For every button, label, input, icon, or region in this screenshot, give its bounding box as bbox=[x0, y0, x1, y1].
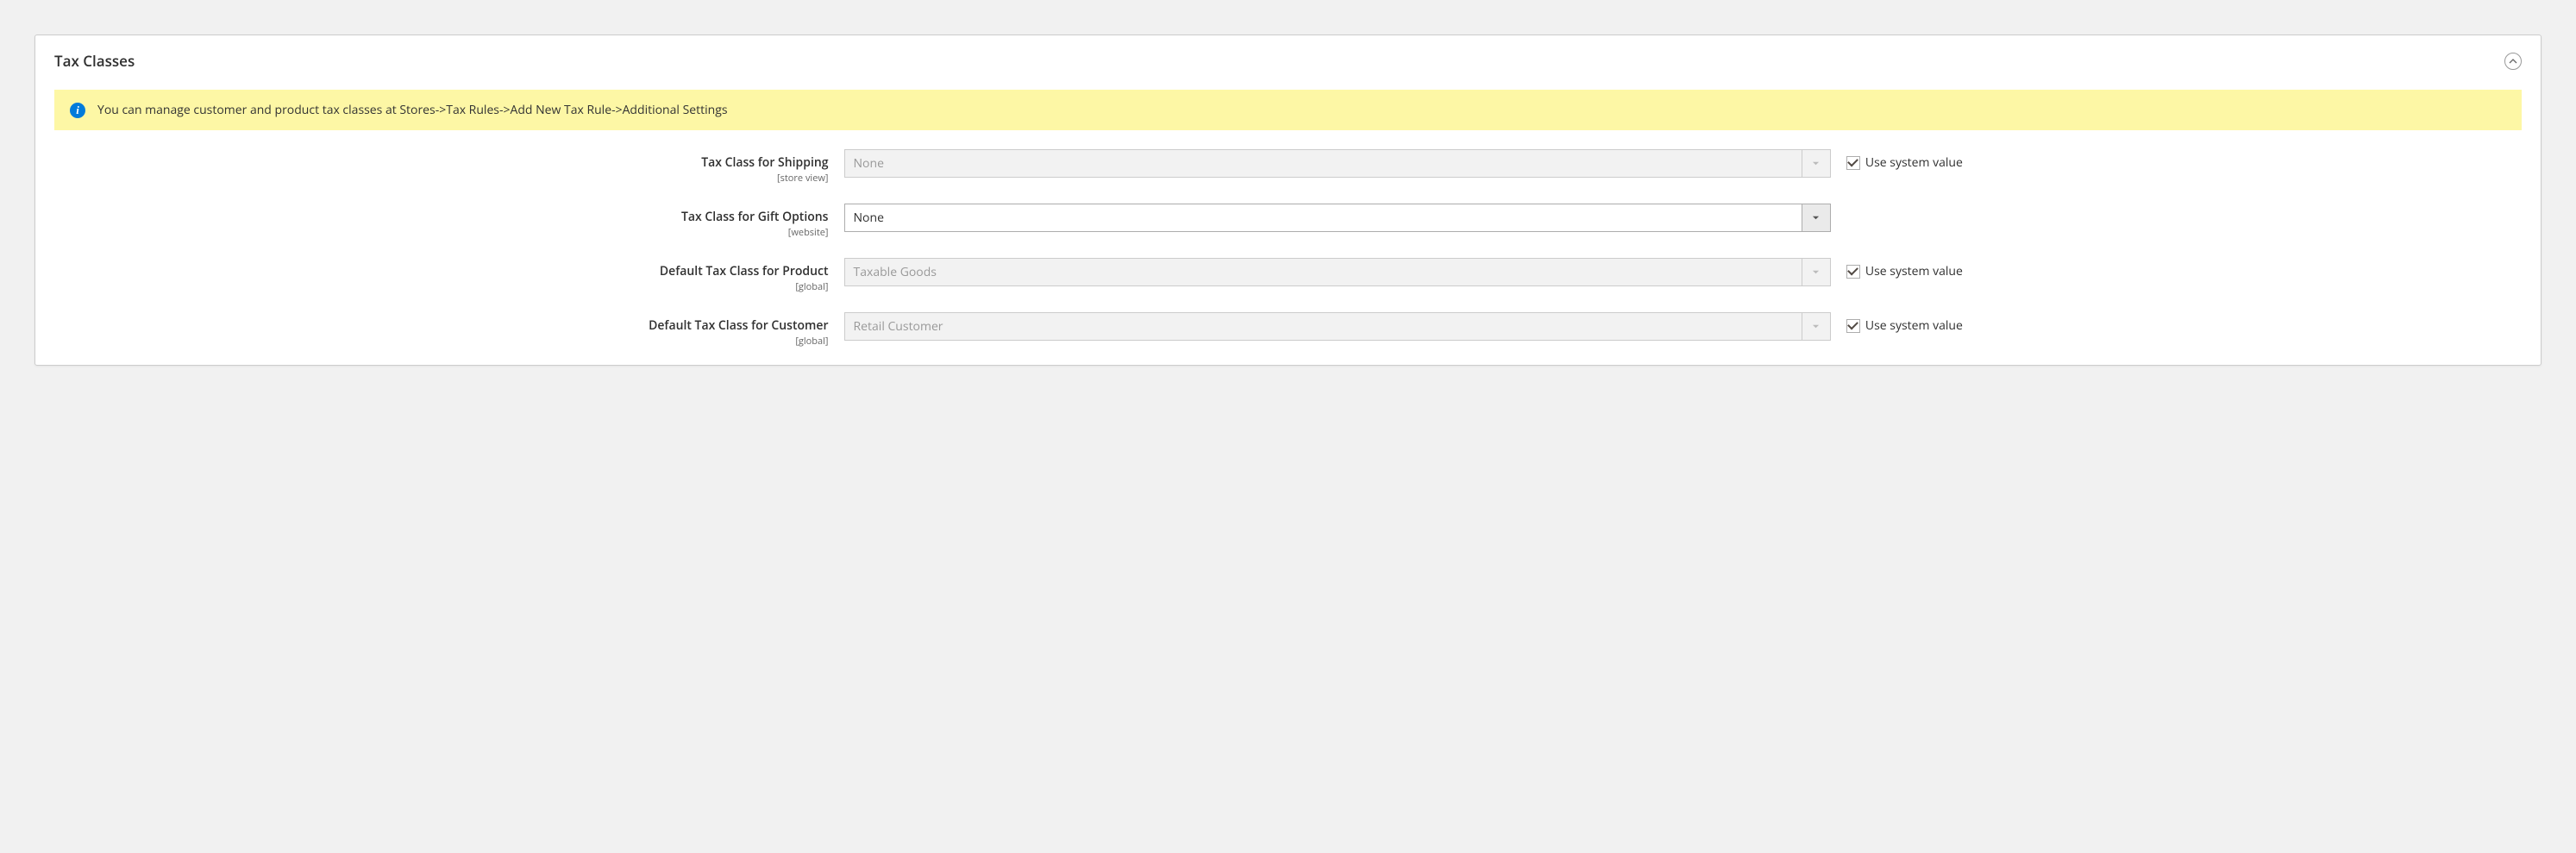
label-col: Default Tax Class for Customer [global] bbox=[54, 312, 844, 348]
extra-col bbox=[1831, 204, 1846, 209]
field-row-shipping: Tax Class for Shipping [store view] None… bbox=[54, 149, 2522, 185]
select-value: None bbox=[844, 149, 1802, 178]
extra-col: Use system value bbox=[1831, 312, 1963, 334]
select-tax-class-shipping: None bbox=[844, 149, 1831, 178]
panel-header: Tax Classes bbox=[35, 35, 2541, 79]
caret-down-icon bbox=[1812, 160, 1820, 167]
field-scope: [website] bbox=[54, 226, 829, 239]
checkbox-icon bbox=[1846, 156, 1860, 170]
use-system-value-checkbox[interactable]: Use system value bbox=[1846, 317, 1963, 334]
extra-col: Use system value bbox=[1831, 149, 1963, 171]
control-col: None bbox=[844, 149, 1831, 178]
select-value: Taxable Goods bbox=[844, 258, 1802, 286]
collapse-toggle[interactable] bbox=[2504, 53, 2522, 70]
label-col: Tax Class for Shipping [store view] bbox=[54, 149, 844, 185]
field-label: Default Tax Class for Product bbox=[660, 263, 829, 279]
field-scope: [global] bbox=[54, 280, 829, 293]
select-value: Retail Customer bbox=[844, 312, 1802, 341]
checkbox-label: Use system value bbox=[1865, 317, 1963, 334]
field-scope: [store view] bbox=[54, 172, 829, 185]
form-rows: Tax Class for Shipping [store view] None… bbox=[35, 149, 2541, 365]
control-col: Taxable Goods bbox=[844, 258, 1831, 286]
notice-text: You can manage customer and product tax … bbox=[97, 102, 728, 118]
chevron-up-icon bbox=[2509, 57, 2517, 66]
info-icon: i bbox=[70, 103, 85, 118]
field-scope: [global] bbox=[54, 335, 829, 348]
caret-down-icon bbox=[1812, 214, 1820, 222]
select-arrow bbox=[1802, 312, 1831, 341]
field-row-gift-options: Tax Class for Gift Options [website] Non… bbox=[54, 204, 2522, 239]
select-tax-class-gift-options[interactable]: None bbox=[844, 204, 1831, 232]
select-default-tax-class-customer: Retail Customer bbox=[844, 312, 1831, 341]
field-label: Default Tax Class for Customer bbox=[649, 317, 828, 334]
control-col: Retail Customer bbox=[844, 312, 1831, 341]
select-arrow bbox=[1802, 149, 1831, 178]
checkbox-label: Use system value bbox=[1865, 154, 1963, 171]
info-notice: i You can manage customer and product ta… bbox=[54, 90, 2522, 130]
field-label: Tax Class for Shipping bbox=[701, 154, 828, 171]
select-default-tax-class-product: Taxable Goods bbox=[844, 258, 1831, 286]
field-row-default-product: Default Tax Class for Product [global] T… bbox=[54, 258, 2522, 293]
select-arrow bbox=[1802, 258, 1831, 286]
use-system-value-checkbox[interactable]: Use system value bbox=[1846, 154, 1963, 171]
use-system-value-checkbox[interactable]: Use system value bbox=[1846, 263, 1963, 279]
caret-down-icon bbox=[1812, 268, 1820, 276]
panel-title: Tax Classes bbox=[54, 51, 135, 71]
control-col: None bbox=[844, 204, 1831, 232]
field-label: Tax Class for Gift Options bbox=[681, 209, 829, 225]
checkbox-icon bbox=[1846, 265, 1860, 279]
field-row-default-customer: Default Tax Class for Customer [global] … bbox=[54, 312, 2522, 348]
label-col: Default Tax Class for Product [global] bbox=[54, 258, 844, 293]
tax-classes-panel: Tax Classes i You can manage customer an… bbox=[34, 34, 2542, 366]
caret-down-icon bbox=[1812, 323, 1820, 330]
select-value: None bbox=[844, 204, 1802, 232]
checkbox-icon bbox=[1846, 319, 1860, 333]
checkbox-label: Use system value bbox=[1865, 263, 1963, 279]
label-col: Tax Class for Gift Options [website] bbox=[54, 204, 844, 239]
select-arrow[interactable] bbox=[1802, 204, 1831, 232]
extra-col: Use system value bbox=[1831, 258, 1963, 279]
